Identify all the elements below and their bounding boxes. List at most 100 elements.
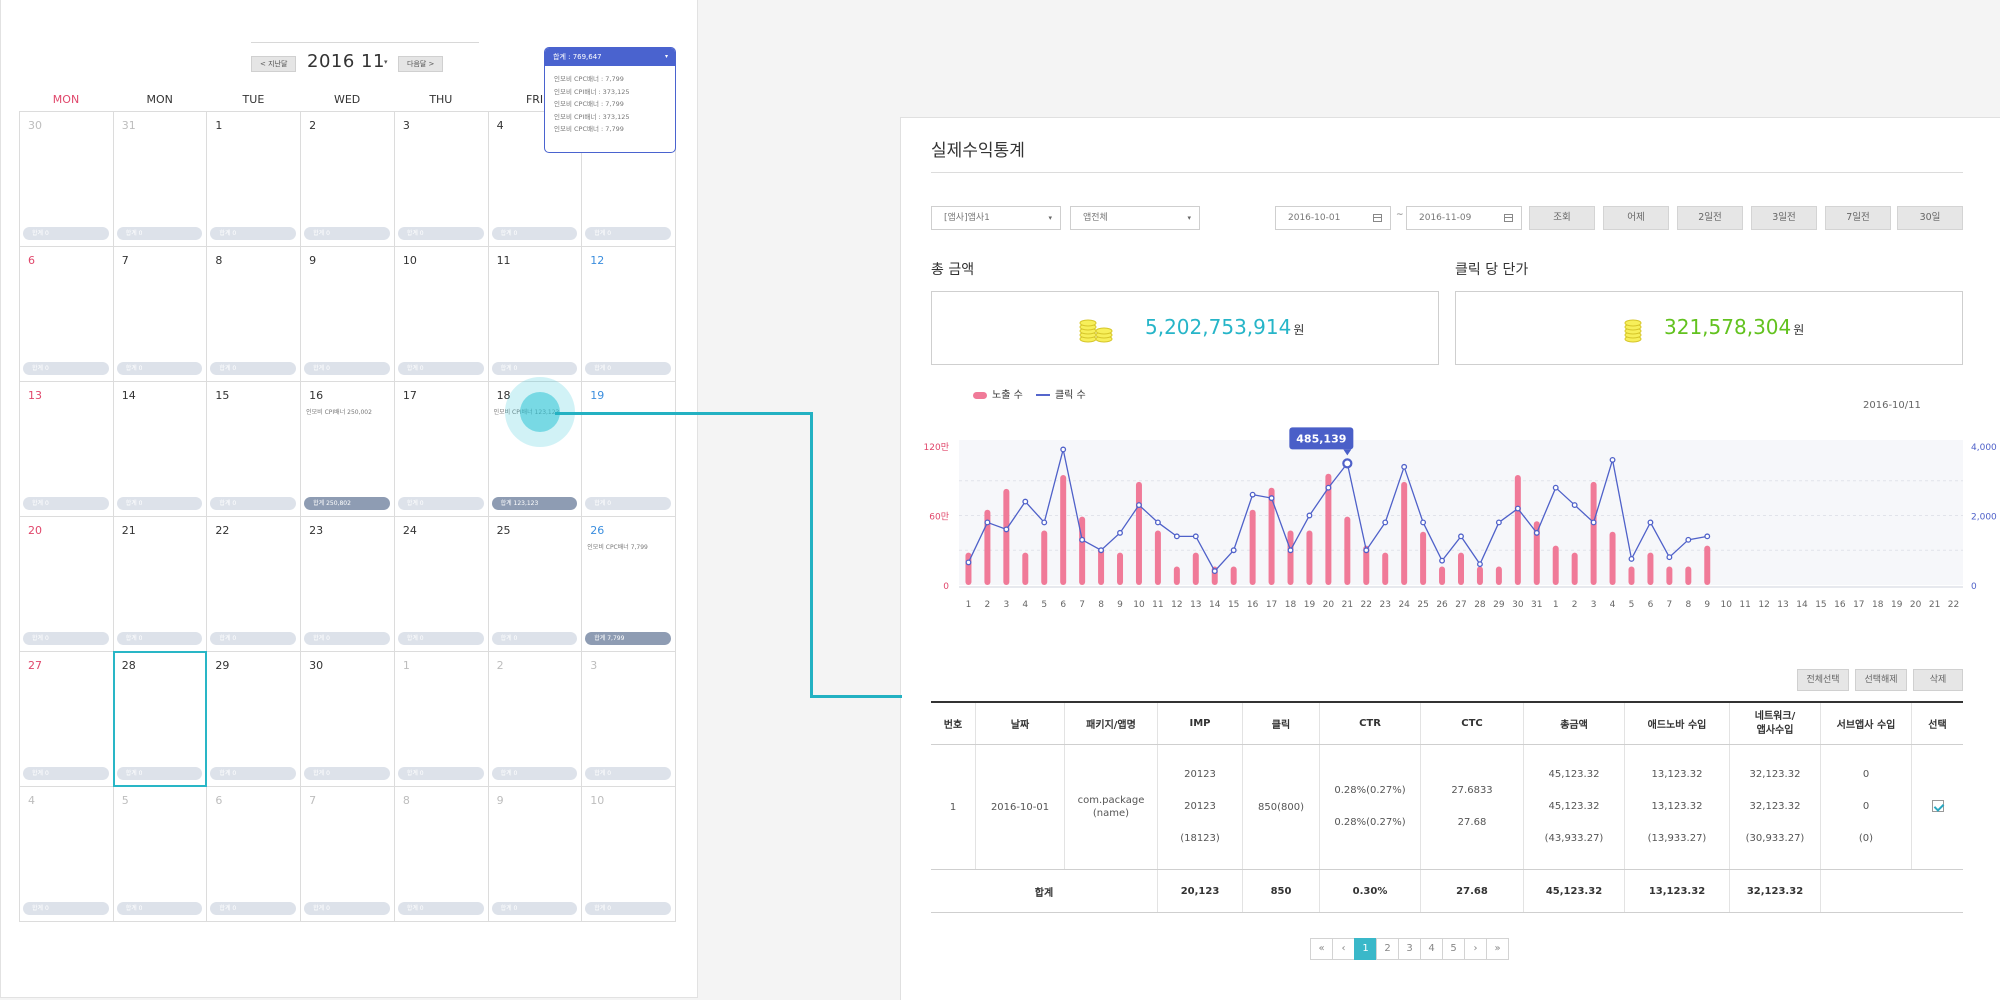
calendar-day-cell[interactable]: 2 합계 0 [487, 651, 583, 787]
day-total-badge[interactable]: 합계 0 [23, 902, 109, 915]
col-header[interactable]: 날짜 [975, 701, 1065, 745]
calendar-day-cell[interactable]: 3 합계 0 [581, 651, 676, 787]
day-total-badge[interactable]: 합계 0 [585, 767, 671, 780]
calendar-day-cell[interactable]: 20 합계 0 [19, 516, 114, 652]
next-month-button[interactable]: 다음달 > [398, 56, 444, 72]
app-company-select[interactable]: [앱사]앱사1 ▾ [931, 206, 1061, 230]
first-page-button[interactable]: « [1310, 938, 1333, 960]
chevron-down-icon[interactable]: ▾ [384, 58, 388, 66]
day-total-badge[interactable]: 합계 0 [116, 497, 203, 510]
calendar-day-cell[interactable]: 4 합계 0 [19, 786, 114, 922]
day-total-badge[interactable]: 합계 0 [397, 362, 484, 375]
day-total-badge[interactable]: 합계 0 [585, 902, 671, 915]
calendar-day-cell[interactable]: 9 합계 0 [300, 246, 395, 382]
two-days-ago-button[interactable]: 2일전 [1677, 206, 1743, 230]
day-total-badge[interactable]: 합계 0 [397, 497, 484, 510]
day-total-badge[interactable]: 합계 0 [23, 227, 109, 240]
day-total-badge[interactable]: 합계 0 [397, 902, 484, 915]
chevron-down-icon[interactable]: ▾ [665, 48, 668, 66]
day-total-badge[interactable]: 합계 0 [23, 497, 109, 510]
calendar-day-cell[interactable]: 25 합계 0 [487, 516, 583, 652]
day-total-badge[interactable]: 합계 0 [116, 362, 203, 375]
calendar-day-cell[interactable]: 6 합계 0 [19, 246, 114, 382]
day-total-badge[interactable]: 합계 0 [304, 632, 390, 645]
calendar-day-cell[interactable]: 7 합계 0 [112, 246, 208, 382]
col-header[interactable]: 애드노바 수입 [1624, 701, 1730, 745]
calendar-day-cell[interactable]: 14 합계 0 [112, 381, 208, 517]
calendar-icon[interactable] [1373, 214, 1382, 222]
calendar-day-cell[interactable]: 7 합계 0 [300, 786, 395, 922]
calendar-day-cell[interactable]: 6 합계 0 [206, 786, 302, 922]
calendar-day-cell[interactable]: 10 합계 0 [581, 786, 676, 922]
day-total-badge[interactable]: 합계 0 [23, 767, 109, 780]
calendar-day-cell[interactable]: 16 인모비 CPI배너 250,002 합계 250,802 [300, 381, 395, 517]
calendar-day-cell[interactable]: 10 합계 0 [393, 246, 489, 382]
prev-page-button[interactable]: ‹ [1332, 938, 1355, 960]
day-total-badge[interactable]: 합계 0 [304, 227, 390, 240]
page-3-button[interactable]: 3 [1398, 938, 1421, 960]
seven-days-ago-button[interactable]: 7일전 [1825, 206, 1891, 230]
calendar-day-cell[interactable]: 17 합계 0 [393, 381, 489, 517]
deselect-button[interactable]: 선택해제 [1855, 669, 1907, 691]
calendar-day-cell[interactable]: 8 합계 0 [393, 786, 489, 922]
app-select[interactable]: 앱전체 ▾ [1070, 206, 1200, 230]
day-total-badge[interactable]: 합계 0 [585, 497, 671, 510]
col-header[interactable]: 서브앱사 수입 [1820, 701, 1912, 745]
calendar-day-cell[interactable]: 27 합계 0 [19, 651, 114, 787]
day-total-badge[interactable]: 합계 0 [116, 767, 203, 780]
day-total-badge[interactable]: 합계 0 [491, 767, 578, 780]
col-header[interactable]: 클릭 [1242, 701, 1320, 745]
day-total-badge[interactable]: 합계 0 [116, 227, 203, 240]
day-total-badge[interactable]: 합계 0 [491, 632, 578, 645]
day-total-badge[interactable]: 합계 0 [210, 902, 297, 915]
calendar-day-cell[interactable]: 22 합계 0 [206, 516, 302, 652]
day-total-badge[interactable]: 합계 0 [304, 362, 390, 375]
calendar-day-cell[interactable]: 21 합계 0 [112, 516, 208, 652]
day-total-badge[interactable]: 합계 0 [491, 227, 578, 240]
col-header[interactable]: 네트워크/ 앱사수입 [1729, 701, 1821, 745]
select-all-button[interactable]: 전체선택 [1797, 669, 1849, 691]
row-checkbox[interactable] [1931, 799, 1944, 812]
col-header[interactable]: CTC [1420, 701, 1524, 745]
day-total-badge[interactable]: 합계 0 [116, 632, 203, 645]
page-2-button[interactable]: 2 [1376, 938, 1399, 960]
day-total-badge[interactable]: 합계 0 [116, 902, 203, 915]
day-total-badge[interactable]: 합계 0 [23, 632, 109, 645]
day-total-badge[interactable]: 합계 123,123 [491, 497, 578, 510]
page-5-button[interactable]: 5 [1442, 938, 1465, 960]
page-4-button[interactable]: 4 [1420, 938, 1443, 960]
calendar-day-cell[interactable]: 30 합계 0 [19, 111, 114, 247]
day-total-badge[interactable]: 합계 0 [397, 767, 484, 780]
day-total-badge[interactable]: 합계 0 [397, 227, 484, 240]
col-header[interactable]: IMP [1157, 701, 1243, 745]
day-total-badge[interactable]: 합계 250,802 [304, 497, 390, 510]
calendar-day-cell[interactable]: 12 합계 0 [581, 246, 676, 382]
calendar-day-cell[interactable]: 28 합계 0 [112, 651, 208, 787]
col-header[interactable]: 패키지/앱명 [1064, 701, 1158, 745]
calendar-day-cell[interactable]: 29 합계 0 [206, 651, 302, 787]
prev-month-button[interactable]: < 지난달 [251, 56, 297, 72]
day-total-badge[interactable]: 합계 0 [491, 902, 578, 915]
day-total-badge[interactable]: 합계 0 [210, 227, 297, 240]
calendar-day-cell[interactable]: 9 합계 0 [487, 786, 583, 922]
page-1-button[interactable]: 1 [1354, 938, 1377, 960]
day-total-badge[interactable]: 합계 0 [585, 362, 671, 375]
date-to-input[interactable]: 2016-11-09 [1406, 206, 1522, 230]
calendar-day-cell[interactable]: 19 합계 0 [581, 381, 676, 517]
calendar-day-cell[interactable]: 8 합계 0 [206, 246, 302, 382]
day-total-badge[interactable]: 합계 0 [210, 767, 297, 780]
calendar-day-cell[interactable]: 23 합계 0 [300, 516, 395, 652]
calendar-day-cell[interactable]: 15 합계 0 [206, 381, 302, 517]
last-page-button[interactable]: » [1486, 938, 1509, 960]
calendar-day-cell[interactable]: 1 합계 0 [393, 651, 489, 787]
thirty-days-button[interactable]: 30일 [1897, 206, 1963, 230]
table-row[interactable]: 1 2016-10-01 com.package (name) 20123 201… [931, 744, 1963, 870]
delete-button[interactable]: 삭제 [1913, 669, 1963, 691]
day-total-badge[interactable]: 합계 0 [210, 497, 297, 510]
calendar-day-cell[interactable]: 3 합계 0 [393, 111, 489, 247]
three-days-ago-button[interactable]: 3일전 [1751, 206, 1817, 230]
date-from-input[interactable]: 2016-10-01 [1275, 206, 1391, 230]
calendar-icon[interactable] [1504, 214, 1513, 222]
calendar-day-cell[interactable]: 5 합계 0 [112, 786, 208, 922]
day-total-badge[interactable]: 합계 0 [210, 362, 297, 375]
